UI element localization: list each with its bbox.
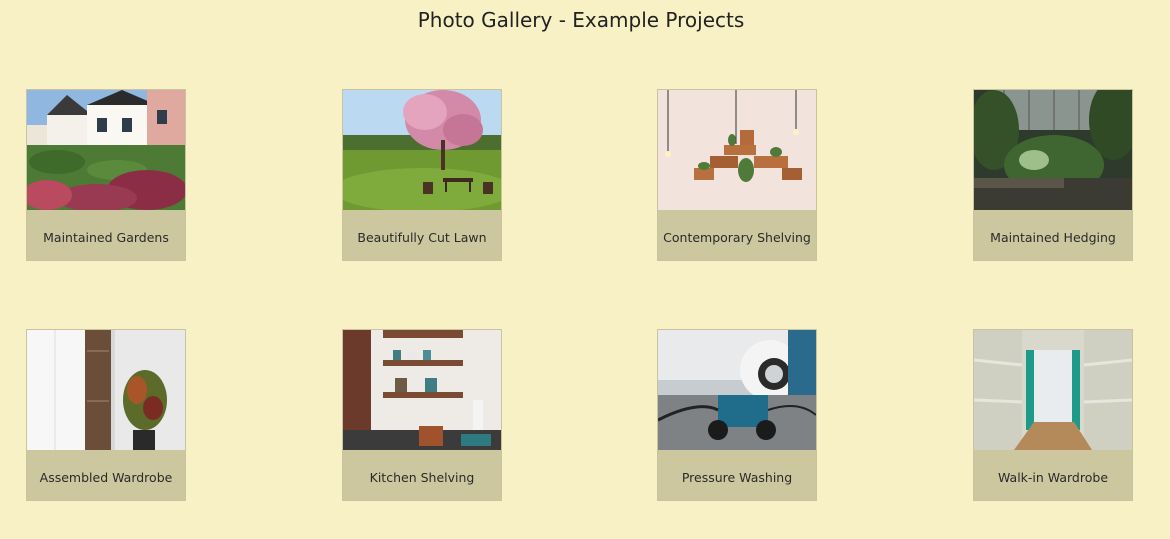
hedge-garden-photo[interactable] (974, 90, 1132, 210)
gallery-item-pressure-washing[interactable]: Pressure Washing (657, 329, 817, 501)
gallery-item-assembled-wardrobe[interactable]: Assembled Wardrobe (26, 329, 186, 501)
lawn-blossom-tree-photo[interactable] (343, 90, 501, 210)
gallery-item-caption: Beautifully Cut Lawn (357, 230, 487, 245)
wardrobe-plant-photo[interactable] (27, 330, 185, 450)
kitchen-shelves-photo[interactable] (343, 330, 501, 450)
gallery-item-caption: Walk-in Wardrobe (997, 470, 1109, 485)
gallery-item-beautifully-cut-lawn[interactable]: Beautifully Cut Lawn (342, 89, 502, 261)
gallery-item-caption: Pressure Washing (681, 470, 793, 485)
gallery-item-caption: Assembled Wardrobe (39, 470, 173, 485)
pressure-washer-photo[interactable] (658, 330, 816, 450)
gallery-item-maintained-hedging[interactable]: Maintained Hedging (973, 89, 1133, 261)
walk-in-wardrobe-photo[interactable] (974, 330, 1132, 450)
page-title: Photo Gallery - Example Projects (417, 8, 745, 32)
gallery-item-caption: Maintained Hedging (990, 230, 1116, 245)
gallery-item-contemporary-shelving[interactable]: Contemporary Shelving (657, 89, 817, 261)
gallery-item-caption: Contemporary Shelving (663, 230, 811, 245)
gallery-item-walk-in-wardrobe[interactable]: Walk-in Wardrobe (973, 329, 1133, 501)
gallery-item-caption: Kitchen Shelving (369, 470, 475, 485)
garden-houses-photo[interactable] (27, 90, 185, 210)
gallery-item-maintained-gardens[interactable]: Maintained Gardens (26, 89, 186, 261)
gallery-item-kitchen-shelving[interactable]: Kitchen Shelving (342, 329, 502, 501)
gallery-item-caption: Maintained Gardens (43, 230, 169, 245)
wall-shelves-photo[interactable] (658, 90, 816, 210)
